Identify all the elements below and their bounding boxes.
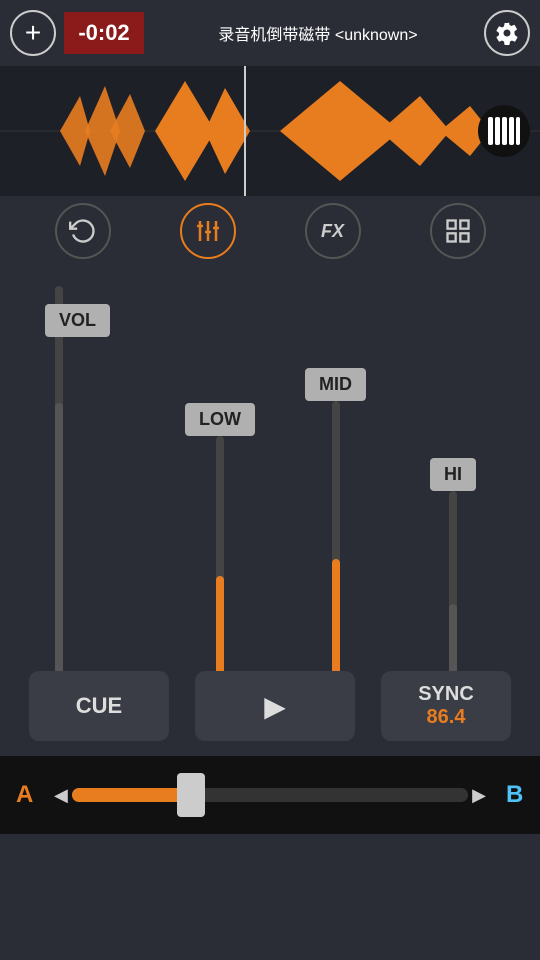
sync-button[interactable]: SYNC 86.4 [381,671,511,741]
crossfader-label-a: A [0,781,50,809]
header: + -0:02 录音机倒带磁带 <unknown> [0,0,540,66]
play-button[interactable]: ▶ [195,671,355,741]
settings-button[interactable] [484,10,530,56]
cue-button[interactable]: CUE [29,671,169,741]
low-label: LOW [185,403,255,436]
loop-icon [69,217,97,245]
control-buttons: CUE ▶ SYNC 86.4 [0,656,540,756]
crossfader-thumb[interactable] [177,773,205,817]
mid-label: MID [305,368,366,401]
nav-row: FX [0,196,540,266]
time-display: -0:02 [64,12,144,54]
eq-button[interactable] [180,203,236,259]
loop-button[interactable] [55,203,111,259]
fx-button[interactable]: FX [305,203,361,259]
mixer-section: VOL LOW MID HI CUE ▶ [0,266,540,756]
vol-slider-fill [55,403,63,676]
vol-slider-track[interactable] [55,286,63,676]
crossfader-fill [72,788,191,802]
add-button[interactable]: + [10,10,56,56]
play-icon: ▶ [264,690,286,723]
grid-icon [444,217,472,245]
eq-icon [193,216,223,246]
hi-label: HI [430,458,476,491]
crossfader-arrow-left[interactable]: ◀ [50,785,72,806]
crossfader-arrow-right[interactable]: ▶ [468,785,490,806]
crossfader-track[interactable] [72,788,468,802]
fx-label: FX [321,221,344,242]
track-title: 录音机倒带磁带 <unknown> [152,21,484,45]
vol-label: VOL [45,304,110,337]
waveform-container[interactable] [0,66,540,196]
deck-button[interactable] [478,105,530,157]
sync-label: SYNC [418,683,474,706]
deck-icon [486,113,522,149]
crossfader-bar: A ◀ ▶ B [0,756,540,834]
crossfader-label-b: B [490,781,540,809]
grid-button[interactable] [430,203,486,259]
add-icon: + [25,17,41,49]
waveform-display [0,66,540,196]
gear-icon [495,21,519,45]
sync-bpm: 86.4 [427,706,466,729]
